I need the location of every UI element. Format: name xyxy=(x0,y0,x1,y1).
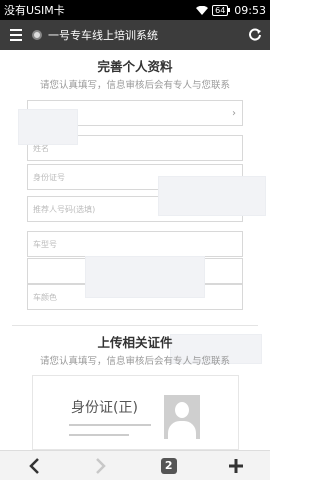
battery-level: 64 xyxy=(212,4,229,16)
page-title: 一号专车线上培训系统 xyxy=(48,29,158,42)
watermark-blur xyxy=(158,176,266,216)
menu-icon[interactable] xyxy=(0,20,32,50)
forward-icon[interactable] xyxy=(81,451,121,480)
placeholder-line xyxy=(69,434,129,436)
wifi-icon xyxy=(196,5,209,15)
divider xyxy=(12,325,258,326)
upload-title: 上传相关证件 xyxy=(97,335,173,350)
form-title: 完善个人资料 xyxy=(97,59,173,74)
status-bar: 没有USIM卡 64 09:53 xyxy=(0,0,270,20)
battery-icon: 64 xyxy=(212,4,231,16)
watermark-blur xyxy=(85,256,205,298)
upload-card-label: 身份证(正) xyxy=(71,400,138,416)
id-card-front-upload[interactable]: 身份证(正) xyxy=(32,375,239,450)
back-icon[interactable] xyxy=(14,451,54,480)
chevron-right-icon: › xyxy=(232,108,236,119)
carrier-label: 没有USIM卡 xyxy=(4,4,65,17)
avatar-placeholder-icon xyxy=(164,395,200,439)
placeholder-line xyxy=(69,424,151,426)
clock: 09:53 xyxy=(234,3,266,17)
watermark-blur xyxy=(18,109,78,145)
form-subtitle: 请您认真填写，信息审核后会有专人与您联系 xyxy=(39,80,230,91)
upload-subtitle: 请您认真填写，信息审核后会有专人与您联系 xyxy=(39,356,230,367)
refresh-icon[interactable] xyxy=(240,20,270,50)
page-content[interactable]: 完善个人资料 请您认真填写，信息审核后会有专人与您联系 › 姓名 身份证号 推荐… xyxy=(0,50,270,450)
tab-count: 2 xyxy=(160,457,177,474)
browser-toolbar: 一号专车线上培训系统 xyxy=(0,20,270,50)
site-icon xyxy=(32,30,42,40)
browser-bottom-bar: 2 xyxy=(0,450,270,480)
car-model-input[interactable]: 车型号 xyxy=(27,231,243,257)
plus-icon[interactable] xyxy=(216,451,256,480)
tabs-button[interactable]: 2 xyxy=(149,451,189,480)
address-bar[interactable]: 一号专车线上培训系统 xyxy=(32,27,240,43)
